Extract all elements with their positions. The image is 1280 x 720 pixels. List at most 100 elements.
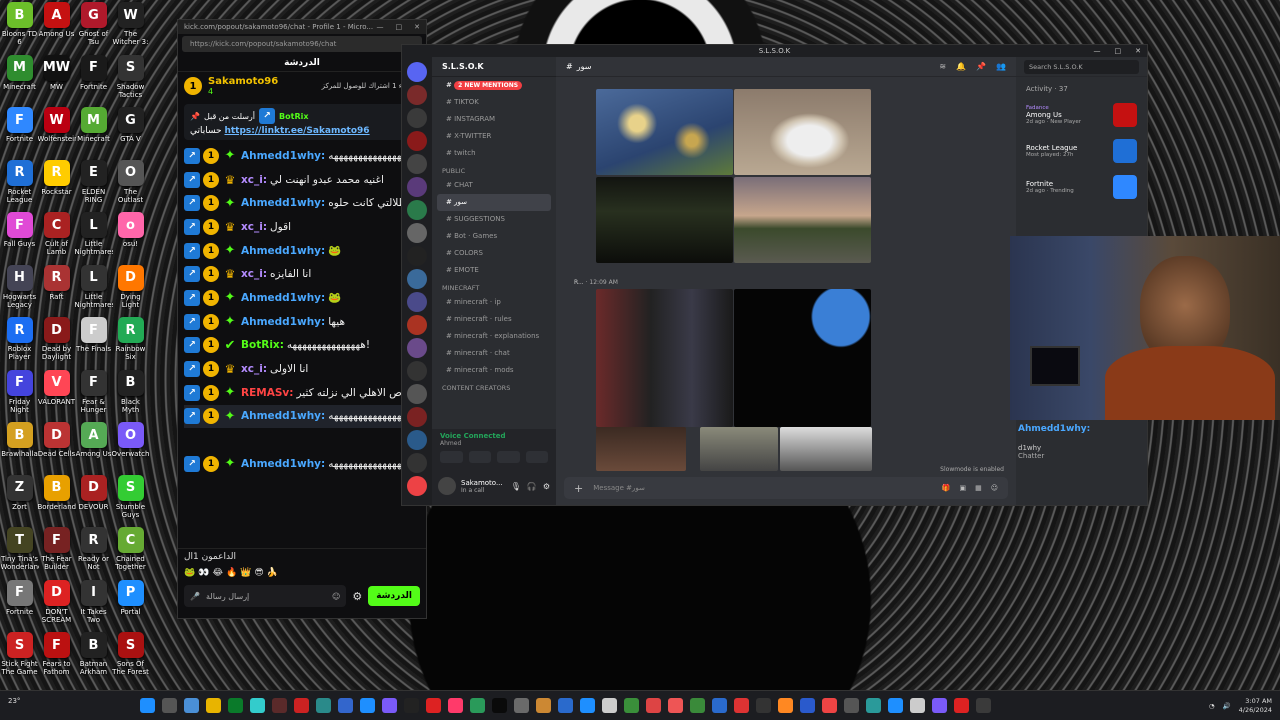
desktop-icon[interactable]: OThe Outlast Trials bbox=[113, 159, 148, 212]
desktop-icon[interactable]: D Dead Cells bbox=[38, 422, 75, 474]
app-icon[interactable]: M bbox=[6, 54, 33, 81]
channel-item[interactable]: # TIKTOK bbox=[432, 94, 556, 111]
emote-icon[interactable]: 👑 bbox=[240, 568, 251, 578]
app-icon[interactable]: G bbox=[117, 107, 144, 133]
taskbar-app-icon[interactable] bbox=[294, 698, 309, 713]
server-icon[interactable] bbox=[407, 292, 427, 312]
desktop-icon[interactable]: R Ready or Not bbox=[76, 527, 111, 579]
taskbar-app-icon[interactable] bbox=[910, 698, 925, 713]
chat-username[interactable]: xc_i: bbox=[241, 221, 267, 233]
emoji-icon[interactable]: ☺ bbox=[332, 592, 340, 601]
app-icon[interactable]: F bbox=[6, 369, 33, 396]
desktop-icon[interactable]: B Black Myth bbox=[113, 369, 148, 422]
weather-widget[interactable]: 23° bbox=[8, 697, 20, 705]
bell-icon[interactable]: 🔔 bbox=[956, 62, 966, 71]
taskbar-app-icon[interactable] bbox=[162, 698, 177, 713]
chat-message[interactable]: ↗1✦Ahmedd1why:ههههههههههههههههههههههههه bbox=[184, 404, 420, 429]
desktop-icon[interactable]: LLittle Nightmares II bbox=[75, 264, 113, 317]
app-icon[interactable]: W bbox=[43, 107, 70, 133]
chat-username[interactable]: Ahmedd1why: bbox=[241, 150, 325, 162]
app-icon[interactable]: A bbox=[43, 2, 70, 28]
desktop-icon[interactable]: S Stick Fight The Game bbox=[1, 632, 38, 684]
linktree-link[interactable]: https://linktr.ee/Sakamoto96 bbox=[224, 126, 369, 136]
taskbar-app-icon[interactable] bbox=[338, 698, 353, 713]
taskbar-app-icon[interactable] bbox=[558, 698, 573, 713]
app-icon[interactable]: R bbox=[43, 159, 70, 186]
app-icon[interactable]: L bbox=[80, 264, 107, 291]
chat-username[interactable]: Ahmedd1why: bbox=[241, 458, 325, 470]
desktop-icon[interactable]: G GTA V bbox=[113, 107, 148, 159]
app-icon[interactable]: Z bbox=[6, 474, 33, 501]
activity-item[interactable]: Rocket League Most played: 27h bbox=[1016, 133, 1147, 169]
app-icon[interactable]: F bbox=[80, 369, 107, 396]
app-icon[interactable]: V bbox=[43, 369, 70, 396]
channel-item[interactable]: # Bot · Games bbox=[432, 228, 556, 245]
chat-message[interactable]: ↗ 1 ✦ Ahmedd1why: طلالتي كانت حلوه bbox=[184, 191, 420, 215]
screen-share-button[interactable] bbox=[468, 451, 491, 463]
emoji-icon[interactable]: ☺ bbox=[991, 484, 998, 492]
chat-message[interactable]: ↗ 1 ♛ xc_i: اقول bbox=[184, 215, 420, 239]
close-icon[interactable]: ✕ bbox=[1135, 45, 1141, 57]
settings-icon[interactable]: ⚙ bbox=[352, 590, 362, 603]
channel-item[interactable]: # minecraft · chat bbox=[432, 345, 556, 362]
desktop-icon[interactable]: M Minecraft bbox=[76, 107, 111, 159]
taskbar-app-icon[interactable] bbox=[602, 698, 617, 713]
gif-icon[interactable]: ▣ bbox=[959, 484, 966, 492]
chat-username[interactable]: xc_i: bbox=[241, 174, 267, 186]
camera-button[interactable] bbox=[440, 451, 463, 463]
desktop-icon[interactable]: O Overwatch bbox=[112, 422, 149, 474]
message-image[interactable] bbox=[596, 89, 733, 175]
desktop-icon[interactable]: R Raft bbox=[39, 264, 74, 317]
headphones-icon[interactable]: 🎧 bbox=[527, 482, 537, 491]
app-icon[interactable]: O bbox=[117, 159, 144, 186]
clock[interactable]: 3:07 AM 4/26/2024 bbox=[1239, 697, 1272, 715]
emote-bar[interactable]: 🐸 👀 😂 🔥 👑 😎 🍌 bbox=[178, 565, 426, 581]
desktop-icon[interactable]: A Among Us bbox=[76, 422, 111, 474]
threads-icon[interactable]: ≋ bbox=[939, 62, 946, 71]
chat-message[interactable]: ↗ 1 ♛ xc_i: انا الاولى bbox=[184, 357, 420, 381]
category-creators[interactable]: CONTENT CREATORS bbox=[432, 379, 556, 394]
chat-message[interactable]: ↗ 1 ✦ REMASv: عوص الاهلي الي نزلته كثير bbox=[184, 381, 420, 405]
app-icon[interactable]: R bbox=[43, 264, 70, 291]
app-icon[interactable]: o bbox=[117, 212, 144, 238]
server-icon[interactable] bbox=[407, 269, 427, 289]
members-icon[interactable]: 👥 bbox=[996, 62, 1006, 71]
taskbar-app-icon[interactable] bbox=[822, 698, 837, 713]
taskbar-app-icon[interactable] bbox=[734, 698, 749, 713]
app-icon[interactable]: G bbox=[80, 2, 107, 28]
desktop-icon[interactable]: S Stumble Guys bbox=[113, 474, 148, 527]
app-icon[interactable]: F bbox=[6, 579, 33, 606]
send-button[interactable]: الدردشة bbox=[368, 586, 420, 606]
discord-titlebar[interactable]: S.L.S.O.K — □ ✕ bbox=[402, 45, 1147, 57]
app-icon[interactable]: R bbox=[6, 159, 33, 186]
server-name[interactable]: S.L.S.O.K bbox=[432, 57, 556, 77]
desktop-icon[interactable]: M Minecraft bbox=[2, 54, 37, 107]
desktop-icon[interactable]: F The Fear Builder bbox=[39, 527, 74, 579]
chat-message[interactable]: ↗ 1 ✦ Ahmedd1why: 🐸 bbox=[184, 239, 420, 263]
channel-item[interactable]: # minecraft · explanations bbox=[432, 328, 556, 345]
app-icon[interactable]: B bbox=[43, 474, 70, 501]
desktop-icon[interactable]: R Rocket League bbox=[2, 159, 37, 212]
app-icon[interactable]: S bbox=[117, 632, 144, 658]
taskbar-app-icon[interactable] bbox=[492, 698, 507, 713]
server-icon[interactable] bbox=[407, 338, 427, 358]
chat-username[interactable]: Ahmedd1why: bbox=[241, 316, 325, 328]
chat-message[interactable]: ↗1✦Ahmedd1why:ههههههههههههههههههههههههه bbox=[184, 144, 420, 168]
chat-username[interactable]: Ahmedd1why: bbox=[241, 410, 325, 422]
channel-item[interactable]: # INSTAGRAM bbox=[432, 111, 556, 128]
taskbar-app-icon[interactable] bbox=[866, 698, 881, 713]
channel-item[interactable]: # SUGGESTIONS bbox=[432, 211, 556, 228]
server-icon[interactable] bbox=[407, 384, 427, 404]
app-icon[interactable]: D bbox=[43, 317, 70, 343]
app-icon[interactable]: R bbox=[117, 317, 144, 343]
activity-item[interactable]: Fortnite 2d ago · Trending bbox=[1016, 169, 1147, 205]
message-image[interactable] bbox=[780, 427, 872, 471]
minimize-icon[interactable]: — bbox=[1094, 45, 1101, 57]
taskbar-app-icon[interactable] bbox=[756, 698, 771, 713]
server-icon[interactable] bbox=[407, 177, 427, 197]
app-icon[interactable]: D bbox=[43, 422, 70, 448]
chat-message[interactable]: ↗ 1 ✔ BotRix: هههههههههههههههه! bbox=[184, 334, 420, 358]
chat-username[interactable]: BotRix: bbox=[241, 339, 284, 351]
emote-icon[interactable]: 😂 bbox=[212, 568, 223, 578]
desktop-icon[interactable]: S Sons Of The Forest bbox=[112, 632, 149, 684]
